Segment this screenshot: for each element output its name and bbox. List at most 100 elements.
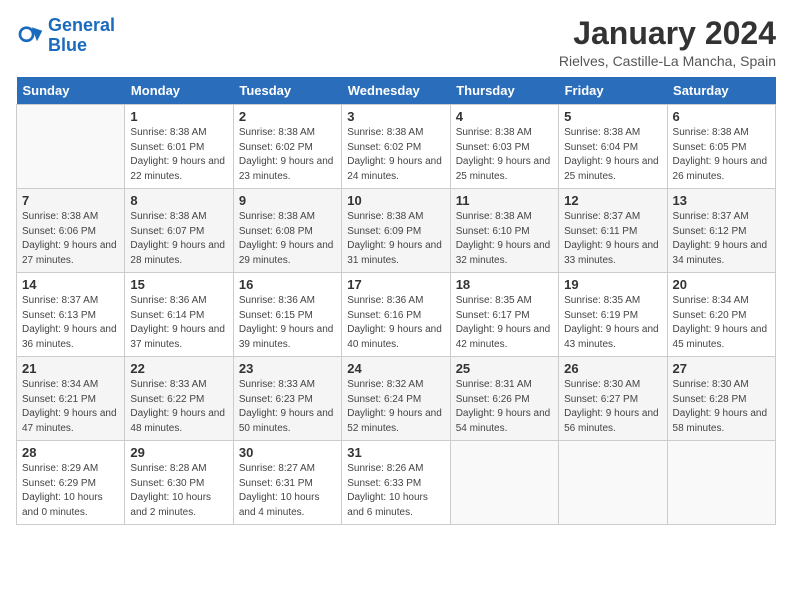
logo: General Blue — [16, 16, 115, 56]
calendar-cell: 30 Sunrise: 8:27 AMSunset: 6:31 PMDayligh… — [233, 441, 341, 525]
day-info: Sunrise: 8:38 AMSunset: 6:05 PMDaylight:… — [673, 126, 770, 184]
calendar-cell: 29Sunrise: 8:28 AMSunset: 6:30 PMDayligh… — [125, 441, 233, 525]
day-info: Sunrise: 8:37 AMSunset: 6:13 PMDaylight:… — [22, 294, 119, 352]
day-info: Sunrise: 8:34 AMSunset: 6:20 PMDaylight:… — [673, 294, 770, 352]
day-number: 18 — [456, 277, 553, 292]
calendar-cell: 15 Sunrise: 8:36 AMSunset: 6:14 PMDayligh… — [125, 273, 233, 357]
title-block: January 2024 Rielves, Castille-La Mancha… — [559, 16, 776, 69]
weekday-header-sunday: Sunday — [17, 77, 125, 105]
calendar-cell: 20 Sunrise: 8:34 AMSunset: 6:20 PMDayligh… — [667, 273, 775, 357]
day-number: 3 — [347, 109, 444, 124]
calendar-cell: 16 Sunrise: 8:36 AMSunset: 6:15 PMDayligh… — [233, 273, 341, 357]
weekday-header-thursday: Thursday — [450, 77, 558, 105]
calendar-cell: 4Sunrise: 8:38 AMSunset: 6:03 PMDaylight… — [450, 105, 558, 189]
day-number: 5 — [564, 109, 661, 124]
calendar-cell: 24Sunrise: 8:32 AMSunset: 6:24 PMDayligh… — [342, 357, 450, 441]
day-number: 15 — [130, 277, 227, 292]
calendar-cell: 1 Sunrise: 8:38 AMSunset: 6:01 PMDaylight… — [125, 105, 233, 189]
day-number: 2 — [239, 109, 336, 124]
day-info: Sunrise: 8:36 AMSunset: 6:14 PMDaylight:… — [130, 294, 227, 352]
day-number: 9 — [239, 193, 336, 208]
day-info: Sunrise: 8:35 AMSunset: 6:19 PMDaylight:… — [564, 294, 661, 352]
day-number: 19 — [564, 277, 661, 292]
calendar-cell: 23 Sunrise: 8:33 AMSunset: 6:23 PMDayligh… — [233, 357, 341, 441]
day-number: 24 — [347, 361, 444, 376]
day-number: 25 — [456, 361, 553, 376]
day-info: Sunrise: 8:35 AMSunset: 6:17 PMDaylight:… — [456, 294, 553, 352]
calendar-cell: 17 Sunrise: 8:36 AMSunset: 6:16 PMDayligh… — [342, 273, 450, 357]
calendar-cell: 27Sunrise: 8:30 AMSunset: 6:28 PMDayligh… — [667, 357, 775, 441]
day-number: 7 — [22, 193, 119, 208]
calendar-cell: 3 Sunrise: 8:38 AMSunset: 6:02 PMDaylight… — [342, 105, 450, 189]
day-number: 16 — [239, 277, 336, 292]
logo-text: General Blue — [48, 16, 115, 56]
day-number: 23 — [239, 361, 336, 376]
day-number: 17 — [347, 277, 444, 292]
weekday-header-saturday: Saturday — [667, 77, 775, 105]
day-number: 31 — [347, 445, 444, 460]
day-number: 26 — [564, 361, 661, 376]
calendar-cell — [450, 441, 558, 525]
day-number: 10 — [347, 193, 444, 208]
day-number: 11 — [456, 193, 553, 208]
logo-general: General — [48, 15, 115, 35]
day-info: Sunrise: 8:30 AMSunset: 6:28 PMDaylight:… — [673, 378, 770, 436]
day-number: 6 — [673, 109, 770, 124]
location-text: Rielves, Castille-La Mancha, Spain — [559, 53, 776, 69]
day-info: Sunrise: 8:38 AMSunset: 6:01 PMDaylight:… — [130, 126, 227, 184]
calendar-week-row: 21 Sunrise: 8:34 AMSunset: 6:21 PMDayligh… — [17, 357, 776, 441]
day-info: Sunrise: 8:27 AMSunset: 6:31 PMDaylight:… — [239, 462, 336, 520]
calendar-week-row: 1 Sunrise: 8:38 AMSunset: 6:01 PMDaylight… — [17, 105, 776, 189]
day-info: Sunrise: 8:38 AMSunset: 6:10 PMDaylight:… — [456, 210, 553, 268]
day-info: Sunrise: 8:38 AMSunset: 6:02 PMDaylight:… — [239, 126, 336, 184]
calendar-cell: 13Sunrise: 8:37 AMSunset: 6:12 PMDayligh… — [667, 189, 775, 273]
calendar-cell: 2 Sunrise: 8:38 AMSunset: 6:02 PMDaylight… — [233, 105, 341, 189]
calendar-cell: 21 Sunrise: 8:34 AMSunset: 6:21 PMDayligh… — [17, 357, 125, 441]
day-info: Sunrise: 8:33 AMSunset: 6:23 PMDaylight:… — [239, 378, 336, 436]
day-number: 4 — [456, 109, 553, 124]
day-number: 20 — [673, 277, 770, 292]
day-info: Sunrise: 8:30 AMSunset: 6:27 PMDaylight:… — [564, 378, 661, 436]
logo-blue: Blue — [48, 35, 87, 55]
calendar-cell: 22Sunrise: 8:33 AMSunset: 6:22 PMDayligh… — [125, 357, 233, 441]
day-number: 12 — [564, 193, 661, 208]
month-title: January 2024 — [559, 16, 776, 51]
calendar-cell: 31Sunrise: 8:26 AMSunset: 6:33 PMDayligh… — [342, 441, 450, 525]
calendar-week-row: 7 Sunrise: 8:38 AMSunset: 6:06 PMDaylight… — [17, 189, 776, 273]
weekday-header-friday: Friday — [559, 77, 667, 105]
weekday-header-wednesday: Wednesday — [342, 77, 450, 105]
day-info: Sunrise: 8:28 AMSunset: 6:30 PMDaylight:… — [130, 462, 227, 520]
day-number: 14 — [22, 277, 119, 292]
day-info: Sunrise: 8:38 AMSunset: 6:07 PMDaylight:… — [130, 210, 227, 268]
calendar-cell: 14 Sunrise: 8:37 AMSunset: 6:13 PMDayligh… — [17, 273, 125, 357]
weekday-header-row: SundayMondayTuesdayWednesdayThursdayFrid… — [17, 77, 776, 105]
day-number: 1 — [130, 109, 227, 124]
calendar-cell: 28Sunrise: 8:29 AMSunset: 6:29 PMDayligh… — [17, 441, 125, 525]
calendar-cell: 5 Sunrise: 8:38 AMSunset: 6:04 PMDaylight… — [559, 105, 667, 189]
calendar-cell: 7 Sunrise: 8:38 AMSunset: 6:06 PMDaylight… — [17, 189, 125, 273]
page-header: General Blue January 2024 Rielves, Casti… — [16, 16, 776, 69]
calendar-cell: 11 Sunrise: 8:38 AMSunset: 6:10 PMDayligh… — [450, 189, 558, 273]
calendar-week-row: 14 Sunrise: 8:37 AMSunset: 6:13 PMDayligh… — [17, 273, 776, 357]
calendar-cell — [17, 105, 125, 189]
day-info: Sunrise: 8:38 AMSunset: 6:06 PMDaylight:… — [22, 210, 119, 268]
day-info: Sunrise: 8:37 AMSunset: 6:12 PMDaylight:… — [673, 210, 770, 268]
day-number: 8 — [130, 193, 227, 208]
day-info: Sunrise: 8:38 AMSunset: 6:02 PMDaylight:… — [347, 126, 444, 184]
calendar-table: SundayMondayTuesdayWednesdayThursdayFrid… — [16, 77, 776, 525]
day-info: Sunrise: 8:38 AMSunset: 6:04 PMDaylight:… — [564, 126, 661, 184]
day-info: Sunrise: 8:36 AMSunset: 6:15 PMDaylight:… — [239, 294, 336, 352]
calendar-cell: 8 Sunrise: 8:38 AMSunset: 6:07 PMDaylight… — [125, 189, 233, 273]
day-info: Sunrise: 8:34 AMSunset: 6:21 PMDaylight:… — [22, 378, 119, 436]
day-info: Sunrise: 8:37 AMSunset: 6:11 PMDaylight:… — [564, 210, 661, 268]
day-info: Sunrise: 8:36 AMSunset: 6:16 PMDaylight:… — [347, 294, 444, 352]
calendar-cell: 9Sunrise: 8:38 AMSunset: 6:08 PMDaylight… — [233, 189, 341, 273]
day-number: 30 — [239, 445, 336, 460]
calendar-week-row: 28Sunrise: 8:29 AMSunset: 6:29 PMDayligh… — [17, 441, 776, 525]
logo-icon — [16, 22, 44, 50]
day-info: Sunrise: 8:29 AMSunset: 6:29 PMDaylight:… — [22, 462, 119, 520]
calendar-cell: 26 Sunrise: 8:30 AMSunset: 6:27 PMDayligh… — [559, 357, 667, 441]
day-info: Sunrise: 8:38 AMSunset: 6:09 PMDaylight:… — [347, 210, 444, 268]
day-number: 21 — [22, 361, 119, 376]
day-info: Sunrise: 8:33 AMSunset: 6:22 PMDaylight:… — [130, 378, 227, 436]
